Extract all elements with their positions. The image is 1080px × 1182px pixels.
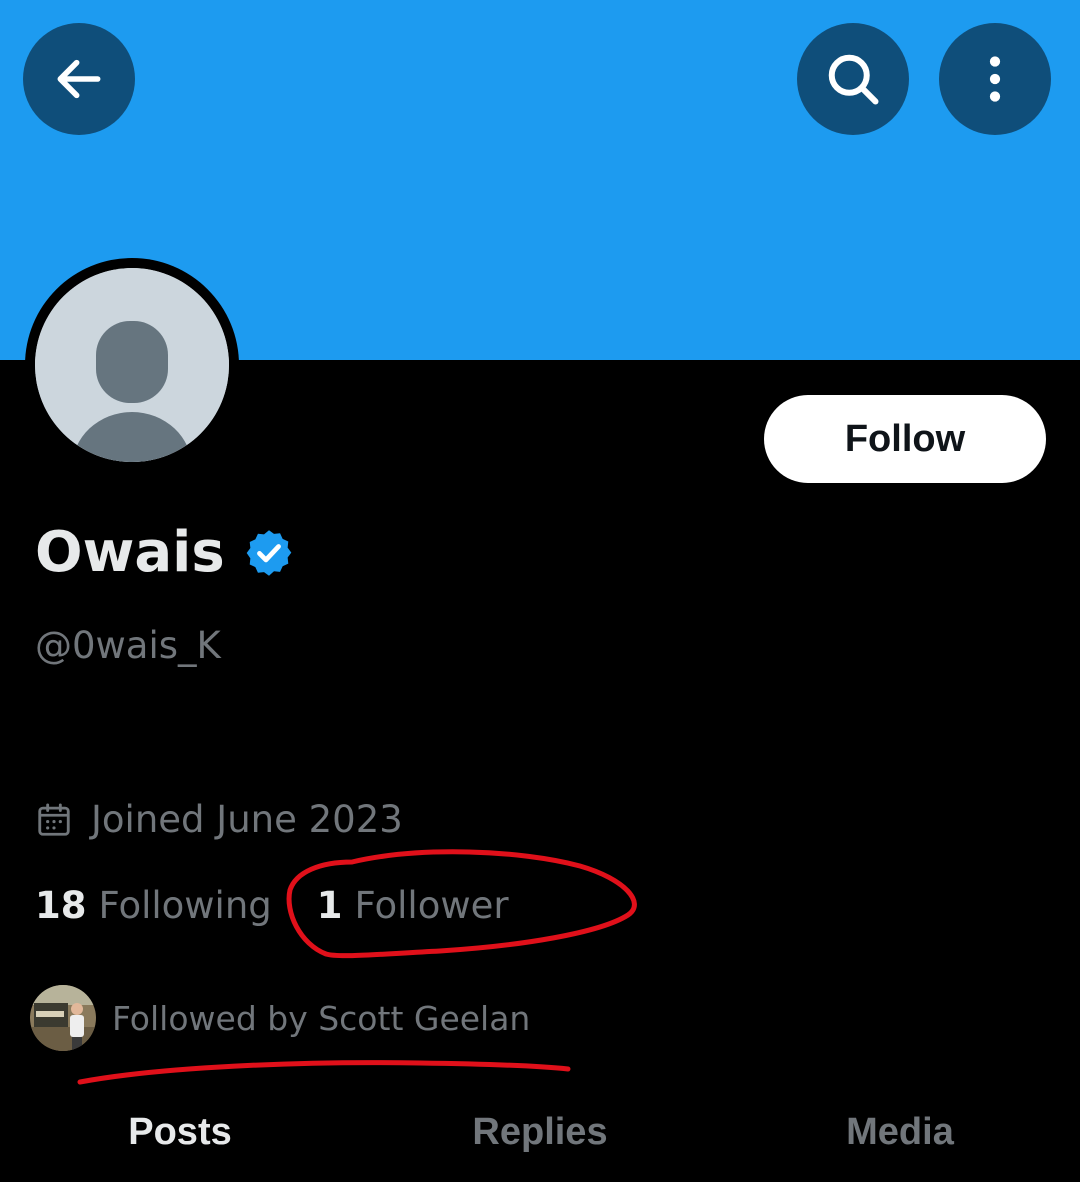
search-icon [828, 54, 879, 105]
followed-by[interactable]: Followed by Scott Geelan [30, 985, 530, 1051]
joined-text: Joined June 2023 [91, 798, 403, 841]
followers-stat[interactable]: 1 Follower [317, 884, 509, 927]
search-button[interactable] [797, 23, 909, 135]
calendar-icon [38, 803, 70, 836]
more-vertical-icon [989, 56, 1001, 102]
profile-avatar[interactable] [25, 258, 239, 472]
followers-label: Follower [354, 884, 509, 927]
tab-media[interactable]: Media [720, 1095, 1080, 1182]
default-avatar-icon [35, 268, 229, 462]
following-count: 18 [35, 884, 87, 927]
tab-replies[interactable]: Replies [360, 1095, 720, 1182]
follow-stats: 18 Following 1 Follower [35, 884, 509, 927]
follower-avatar [30, 985, 96, 1051]
verified-badge-icon[interactable] [243, 527, 295, 579]
display-name: Owais [35, 520, 225, 585]
follow-button[interactable]: Follow [764, 395, 1046, 483]
following-stat[interactable]: 18 Following [35, 884, 272, 927]
profile-tabs: Posts Replies Media [0, 1095, 1080, 1182]
joined-date: Joined June 2023 [35, 798, 403, 841]
more-options-button[interactable] [939, 23, 1051, 135]
tab-posts[interactable]: Posts [0, 1095, 360, 1182]
name-row: Owais [35, 518, 295, 588]
followers-count: 1 [316, 884, 343, 927]
followed-by-text: Followed by Scott Geelan [112, 998, 531, 1038]
following-label: Following [98, 884, 272, 927]
back-button[interactable] [23, 23, 135, 135]
followed-by-underline-annotation [77, 1060, 571, 1085]
arrow-left-icon [57, 59, 101, 99]
user-handle: @0wais_K [35, 624, 221, 667]
